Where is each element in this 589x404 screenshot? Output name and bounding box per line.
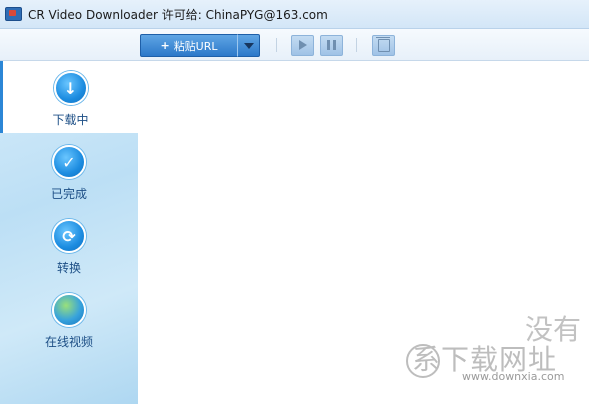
toolbar-divider <box>356 38 357 52</box>
toolbar-divider <box>276 38 277 52</box>
sidebar-item-online-video[interactable]: 在线视频 <box>0 283 138 355</box>
convert-icon: ⟳ <box>52 219 86 253</box>
download-icon: ↓ <box>53 71 88 105</box>
paste-url-button[interactable]: + 粘贴URL <box>140 34 238 57</box>
watermark-url: www.downxia.com <box>462 370 565 383</box>
start-button[interactable] <box>291 35 314 56</box>
app-logo-icon <box>5 7 22 21</box>
sidebar-item-label: 在线视频 <box>44 335 93 349</box>
paste-url-label: 粘贴URL <box>173 39 218 53</box>
sidebar-item-convert[interactable]: ⟳ 转换 <box>0 209 138 281</box>
sidebar-item-label: 转换 <box>56 261 81 275</box>
play-icon <box>299 40 307 50</box>
pause-button[interactable] <box>320 35 343 56</box>
sidebar-item-label: 已完成 <box>50 187 87 201</box>
globe-icon <box>52 293 86 327</box>
paste-dropdown-button[interactable] <box>237 34 260 57</box>
title-bar: CR Video Downloader 许可给: ChinaPYG@163.co… <box>0 0 589 29</box>
window-title: CR Video Downloader 许可给: ChinaPYG@163.co… <box>28 7 328 22</box>
trash-icon <box>376 37 390 52</box>
plus-icon: + <box>160 39 170 52</box>
sidebar: ↓ 下载中 ✓ 已完成 ⟳ 转换 在线视频 <box>0 61 138 404</box>
sidebar-item-completed[interactable]: ✓ 已完成 <box>0 135 138 207</box>
toolbar: + 粘贴URL <box>0 29 589 61</box>
pause-icon <box>327 40 330 50</box>
check-icon: ✓ <box>52 145 86 179</box>
sidebar-item-downloading[interactable]: ↓ 下载中 <box>0 61 138 133</box>
delete-button[interactable] <box>372 35 395 56</box>
sidebar-item-label: 下载中 <box>52 113 89 127</box>
